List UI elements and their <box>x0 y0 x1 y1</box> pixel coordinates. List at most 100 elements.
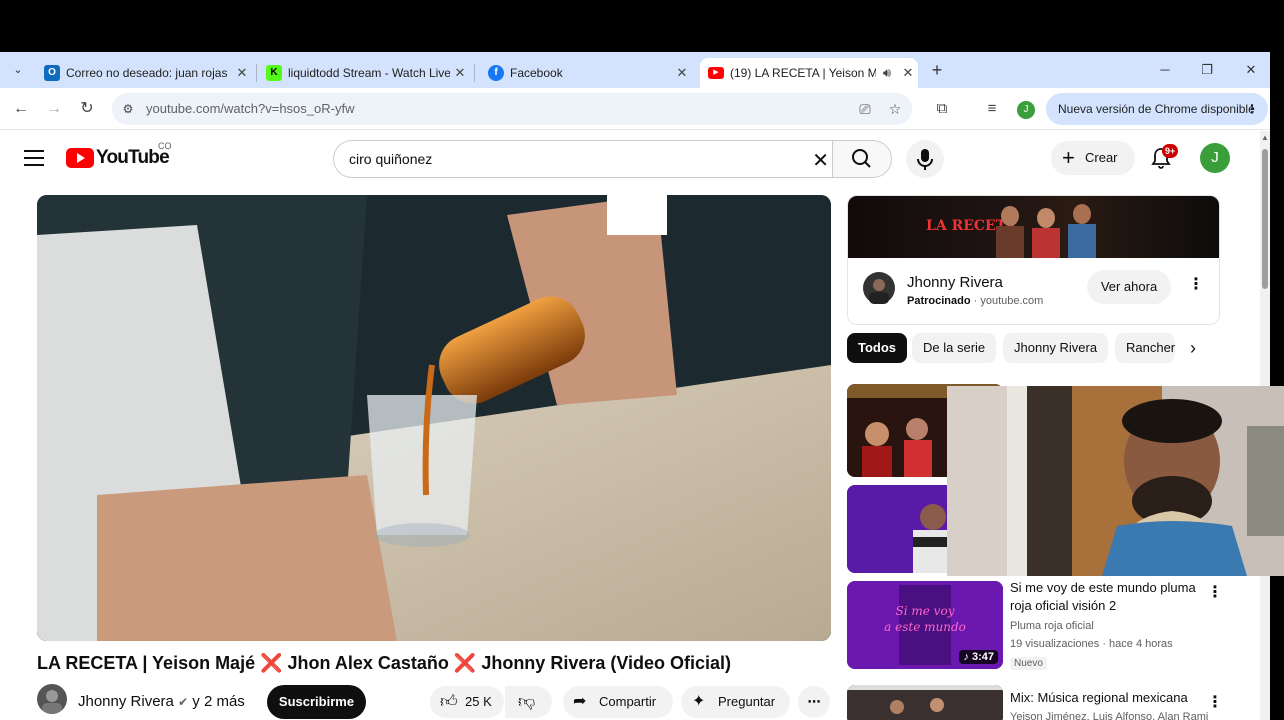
kick-icon: K <box>266 65 282 81</box>
url-text[interactable]: youtube.com/watch?v=hsos_oR-yfw <box>146 101 354 116</box>
create-label: Crear <box>1085 150 1118 165</box>
audio-speaker-icon[interactable]: 🔊︎ <box>876 65 898 81</box>
ad-banner-people-image <box>996 204 1096 258</box>
channel-name[interactable]: Jhonny Rivera ✔ y 2 más <box>78 693 245 710</box>
update-label: Nueva versión de Chrome disponible <box>1058 102 1255 116</box>
chip-all[interactable]: Todos <box>847 333 908 363</box>
ad-banner-image[interactable]: LA RECETA <box>848 196 1219 258</box>
tab-outlook[interactable]: O Correo no deseado: juan rojas ✕ <box>36 58 252 88</box>
title-part: LA RECETA | Yeison Majé <box>37 653 261 673</box>
tab-search-chevron-icon[interactable]: ⌄ <box>8 60 28 80</box>
related-thumbnail[interactable]: Si me voy a este mundo ♪ 3:47 <box>847 581 1003 669</box>
video-frame-image <box>37 195 831 641</box>
video-player[interactable] <box>37 195 831 641</box>
dislike-button[interactable]: 👎︎ <box>505 686 552 718</box>
install-app-icon[interactable]: ⎚ <box>856 100 874 118</box>
share-button[interactable]: ➦ Compartir <box>563 686 673 718</box>
restore-icon[interactable]: ❐ <box>1192 60 1222 80</box>
ask-button[interactable]: ✦ Preguntar <box>681 686 790 718</box>
address-bar[interactable]: ⚙︎ youtube.com/watch?v=hsos_oR-yfw ⎚ ☆ <box>112 93 912 125</box>
search-query[interactable]: ciro quiñonez <box>349 151 432 167</box>
more-vert-icon[interactable]: ⋮ <box>1246 93 1258 125</box>
verified-check-icon: ✔ <box>178 695 189 709</box>
tab-facebook[interactable]: f Facebook ✕ <box>480 58 692 88</box>
sponsored-label: Patrocinado <box>907 295 971 307</box>
chip-series[interactable]: De la serie <box>912 333 997 363</box>
share-label: Compartir <box>599 694 657 709</box>
ask-label: Preguntar <box>718 694 776 709</box>
related-channel[interactable]: Yeison Jiménez, Luis Alfonso, Alan Rami <box>1010 711 1208 720</box>
tab-close-icon[interactable]: ✕ <box>232 65 252 81</box>
clear-search-icon[interactable]: ✕ <box>812 148 829 173</box>
chrome-update-button[interactable]: Nueva versión de Chrome disponible ⋮ <box>1046 93 1268 125</box>
notifications-badge: 9+ <box>1162 144 1179 158</box>
tab-youtube-active[interactable]: ▶ (19) LA RECETA | Yeison Ma 🔊︎ ✕ <box>700 58 918 88</box>
minimize-icon[interactable]: ─ <box>1150 60 1180 80</box>
video-duration: ♪ 3:47 <box>959 650 998 664</box>
window-close-icon[interactable]: ✕ <box>1236 60 1266 80</box>
more-vert-icon[interactable]: ⋮ <box>1207 692 1223 712</box>
tab-kick[interactable]: K liquidtodd Stream - Watch Live ✕ <box>258 58 470 88</box>
channel-avatar[interactable] <box>37 684 67 714</box>
more-vert-icon[interactable]: ⋮ <box>1207 582 1223 602</box>
voice-search-button[interactable] <box>906 140 944 178</box>
related-title[interactable]: Si me voy de este mundo pluma roja ofici… <box>1010 579 1205 615</box>
title-part: Jhon Alex Castaño <box>282 653 454 673</box>
related-channel[interactable]: Pluma roja oficial <box>1010 620 1094 632</box>
webcam-overlay-image <box>947 386 1284 576</box>
channel-more-text: y 2 más <box>192 693 245 710</box>
ad-channel-avatar[interactable] <box>863 272 895 304</box>
tab-close-icon[interactable]: ✕ <box>898 65 918 81</box>
subscribe-button[interactable]: Suscribirme <box>267 685 366 719</box>
search-icon <box>852 149 871 168</box>
search-input[interactable]: ciro quiñonez ✕ <box>333 140 843 178</box>
screen-top-black-bar <box>0 0 1284 52</box>
microphone-icon <box>917 149 933 170</box>
related-thumbnail-image <box>847 685 1003 720</box>
account-avatar[interactable]: J <box>1200 143 1230 173</box>
youtube-play-icon <box>66 148 94 168</box>
extensions-puzzle-icon[interactable]: ⧉ <box>931 98 953 120</box>
tab-title: liquidtodd Stream - Watch Live <box>288 66 450 80</box>
related-title[interactable]: Mix: Música regional mexicana <box>1010 689 1205 707</box>
menu-hamburger-icon[interactable] <box>24 150 44 166</box>
facebook-icon: f <box>488 65 504 81</box>
chip-jhonny-rivera[interactable]: Jhonny Rivera <box>1003 333 1109 363</box>
more-actions-icon[interactable]: ⋯ <box>798 686 830 718</box>
chevron-right-icon[interactable]: › <box>1190 338 1196 359</box>
ad-domain: youtube.com <box>980 295 1044 307</box>
media-queue-icon[interactable]: ≡ <box>981 98 1003 120</box>
scroll-up-arrow-icon[interactable]: ▲ <box>1261 133 1269 142</box>
svg-text:a este mundo: a este mundo <box>884 620 966 634</box>
like-button[interactable]: 👍︎ 25 K <box>430 686 504 718</box>
site-info-icon[interactable]: ⚙︎ <box>120 101 136 117</box>
title-part: Jhonny Rivera (Video Oficial) <box>476 653 732 673</box>
channel-name-text: Jhonny Rivera <box>78 693 174 710</box>
chip-rancheras[interactable]: Rancheras <box>1115 333 1175 363</box>
tab-title: Correo no deseado: juan rojas <box>66 66 228 80</box>
search-button[interactable] <box>832 140 892 178</box>
forward-arrow-icon[interactable]: → <box>43 98 65 120</box>
related-thumbnail[interactable] <box>847 685 1003 720</box>
new-badge: Nuevo <box>1010 657 1047 670</box>
watch-now-button[interactable]: Ver ahora <box>1087 270 1171 304</box>
duration-text: 3:47 <box>971 651 994 663</box>
profile-avatar[interactable]: J <box>1017 101 1035 119</box>
back-arrow-icon[interactable]: ← <box>10 98 32 120</box>
more-vert-icon[interactable]: ⋮ <box>1188 274 1204 294</box>
create-button[interactable]: + Crear <box>1051 141 1135 175</box>
youtube-logo[interactable]: YouTube CO <box>66 141 172 169</box>
bookmark-star-icon[interactable]: ☆ <box>886 100 904 118</box>
video-title: LA RECETA | Yeison Majé ❌ Jhon Alex Cast… <box>37 653 731 674</box>
related-meta: 19 visualizaciones · hace 4 horas <box>1010 638 1173 650</box>
tab-close-icon[interactable]: ✕ <box>672 65 692 81</box>
country-code: CO <box>158 141 172 151</box>
webcam-feed-image <box>947 386 1284 576</box>
tab-close-icon[interactable]: ✕ <box>450 65 470 81</box>
outlook-icon: O <box>44 65 60 81</box>
scrollbar-thumb[interactable] <box>1262 149 1268 289</box>
ad-channel-name[interactable]: Jhonny Rivera <box>907 274 1003 291</box>
sponsored-card[interactable]: LA RECETA Jhonny Rivera Patrocinado · yo… <box>847 195 1220 325</box>
new-tab-plus-icon[interactable]: + <box>926 60 948 80</box>
reload-icon[interactable]: ↻ <box>76 98 98 120</box>
